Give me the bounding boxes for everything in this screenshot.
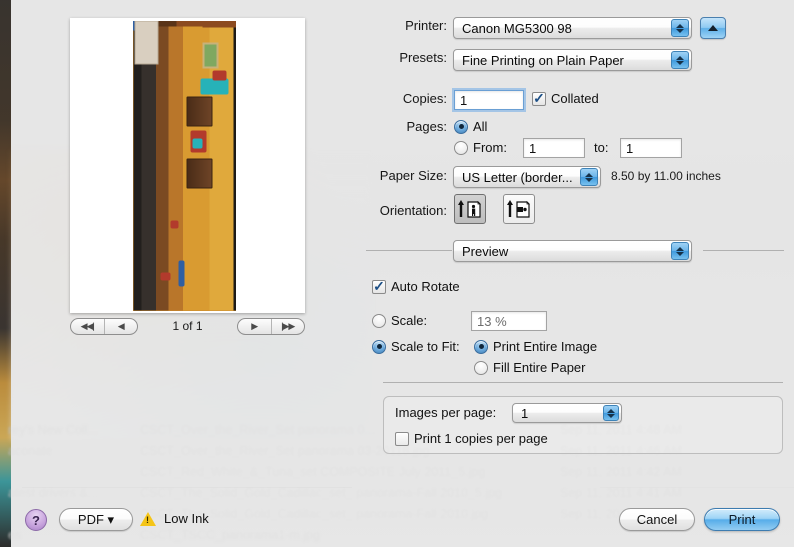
print-pane-select[interactable]: Preview [453, 240, 692, 262]
last-page-icon[interactable]: |▶▶ [270, 318, 305, 334]
cancel-button[interactable]: Cancel [619, 508, 695, 531]
collated-checkbox[interactable] [532, 91, 546, 106]
pages-to-input[interactable]: 1 [620, 138, 682, 158]
pdf-label: PDF ▾ [77, 511, 115, 527]
chevron-updown-icon[interactable] [603, 405, 619, 421]
pages-to-label-wrap: to: [594, 140, 608, 155]
chevron-updown-icon[interactable] [671, 242, 689, 260]
print-entire-image-row[interactable]: Print Entire Image [474, 339, 597, 354]
pages-from-input[interactable]: 1 [523, 138, 585, 158]
chevron-updown-icon[interactable] [580, 168, 598, 186]
previous-page-icon[interactable]: ◀ [103, 318, 138, 334]
images-per-page-select[interactable]: 1 [512, 403, 622, 423]
pages-from-radio[interactable] [454, 140, 468, 155]
orientation-label: Orientation: [379, 203, 447, 218]
low-ink-label: Low Ink [164, 511, 209, 526]
presets-label: Presets: [399, 50, 447, 65]
pages-from-radio-row[interactable]: From: [454, 140, 507, 155]
printer-label: Printer: [405, 18, 447, 33]
warning-icon [140, 511, 156, 526]
paper-size-select[interactable]: US Letter (border... [453, 166, 601, 188]
presets-select[interactable]: Fine Printing on Plain Paper [453, 49, 692, 71]
paper-size-label: Paper Size: [379, 168, 447, 183]
auto-rotate-label: Auto Rotate [391, 279, 460, 294]
presets-value: Fine Printing on Plain Paper [462, 52, 624, 68]
preview-navigation: ◀◀| ◀ 1 of 1 ▶ |▶▶ [70, 316, 305, 336]
copies-value: 1 [460, 92, 468, 108]
presets-row: Presets: [11, 50, 447, 65]
scale-value: 13 % [477, 313, 507, 329]
pane-separator-left [366, 250, 452, 251]
pdf-button[interactable]: PDF ▾ [59, 508, 133, 531]
fill-entire-paper-radio[interactable] [474, 360, 488, 375]
print-label: Print [728, 512, 756, 527]
page-indicator: 1 of 1 [172, 319, 203, 333]
print-entire-image-radio[interactable] [474, 339, 488, 354]
pane-separator-right [703, 250, 784, 251]
pages-to-value: 1 [626, 140, 634, 156]
collated-checkbox-row[interactable]: Collated [532, 91, 599, 106]
scale-label: Scale: [391, 313, 428, 328]
copies-row: Copies: [11, 91, 447, 106]
pages-all-label: All [473, 119, 488, 134]
scale-row[interactable]: Scale: [372, 313, 427, 328]
printer-select[interactable]: Canon MG5300 98 [453, 17, 692, 39]
collated-label: Collated [551, 91, 599, 106]
paper-size-row: Paper Size: [11, 168, 447, 183]
landscape-orientation-icon [507, 200, 530, 218]
chevron-up-icon [708, 25, 718, 31]
orientation-landscape-button[interactable] [503, 194, 535, 224]
images-per-page-row: Images per page: [395, 405, 496, 420]
chevron-updown-icon[interactable] [671, 19, 689, 37]
collapse-dialog-button[interactable] [700, 17, 726, 39]
help-icon: ? [32, 512, 40, 528]
portrait-orientation-icon [458, 200, 481, 218]
fill-entire-paper-label: Fill Entire Paper [493, 360, 586, 375]
nav-forward-group[interactable]: ▶ |▶▶ [237, 317, 305, 335]
images-per-page-group: Images per page: 1 Print 1 copies per pa… [383, 396, 783, 454]
printer-value: Canon MG5300 98 [462, 20, 572, 36]
auto-rotate-row[interactable]: Auto Rotate [372, 279, 460, 294]
print-copies-per-page-row[interactable]: Print 1 copies per page [395, 431, 548, 446]
scale-radio[interactable] [372, 313, 386, 328]
fill-entire-paper-row[interactable]: Fill Entire Paper [474, 360, 585, 375]
scale-to-fit-radio[interactable] [372, 339, 386, 354]
images-per-page-label: Images per page: [395, 405, 497, 420]
scale-to-fit-row[interactable]: Scale to Fit: [372, 339, 460, 354]
print-entire-image-label: Print Entire Image [493, 339, 598, 354]
print-copies-per-page-checkbox[interactable] [395, 431, 409, 446]
pages-from-label: From: [473, 140, 507, 155]
paper-dimensions-text: 8.50 by 11.00 inches [611, 169, 721, 183]
print-pane-value: Preview [462, 243, 509, 259]
print-button[interactable]: Print [704, 508, 780, 531]
pages-from-value: 1 [529, 140, 537, 156]
images-per-page-value: 1 [521, 405, 529, 421]
orientation-portrait-button[interactable] [454, 194, 486, 224]
nav-back-group[interactable]: ◀◀| ◀ [70, 317, 138, 335]
first-page-icon[interactable]: ◀◀| [71, 319, 104, 334]
next-page-icon[interactable]: ▶ [238, 319, 271, 334]
pages-label: Pages: [406, 119, 447, 134]
copies-label: Copies: [402, 91, 447, 106]
print-dialog: ◀◀| ◀ 1 of 1 ▶ |▶▶ Printer: Canon MG5300… [11, 0, 794, 547]
print-copies-per-page-label: Print 1 copies per page [414, 431, 548, 446]
printer-row: Printer: [11, 18, 447, 33]
pages-row: Pages: [11, 119, 447, 134]
chevron-updown-icon[interactable] [671, 51, 689, 69]
cancel-label: Cancel [636, 512, 678, 527]
scale-input[interactable]: 13 % [471, 311, 547, 331]
help-button[interactable]: ? [25, 509, 47, 531]
low-ink-status: Low Ink [140, 511, 209, 526]
copies-input[interactable]: 1 [454, 90, 524, 110]
pages-all-radio-row[interactable]: All [454, 119, 487, 134]
auto-rotate-checkbox[interactable] [372, 279, 386, 294]
pages-all-radio[interactable] [454, 119, 468, 134]
pages-to-label: to: [594, 140, 609, 155]
options-separator [383, 382, 783, 383]
orientation-row: Orientation: [11, 203, 447, 218]
scale-to-fit-label: Scale to Fit: [391, 339, 460, 354]
paper-size-value: US Letter (border... [462, 169, 573, 185]
